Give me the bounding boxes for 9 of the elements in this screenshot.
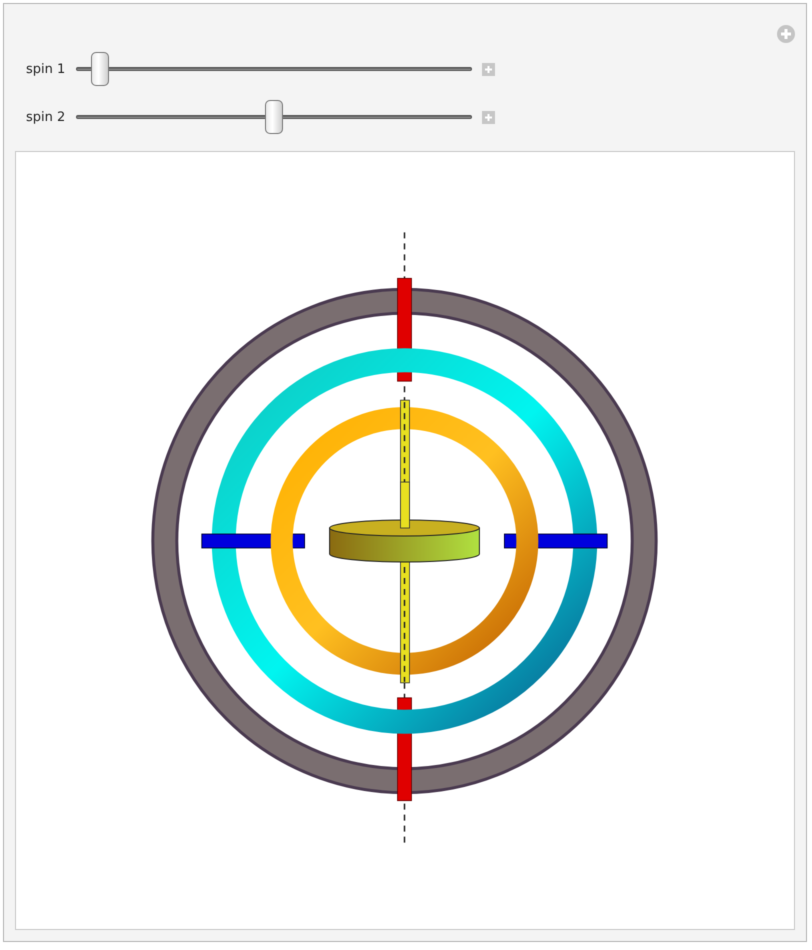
- slider-thumb[interactable]: [265, 100, 283, 134]
- plus-icon: [484, 112, 493, 122]
- plus-icon: [484, 64, 493, 74]
- plus-circle-icon: [776, 24, 796, 44]
- slider-thumb[interactable]: [91, 52, 110, 86]
- slider-label: spin 2: [26, 110, 66, 124]
- slider-track[interactable]: [76, 100, 472, 134]
- slider-track[interactable]: [76, 52, 472, 86]
- slider-label: spin 1: [26, 62, 66, 76]
